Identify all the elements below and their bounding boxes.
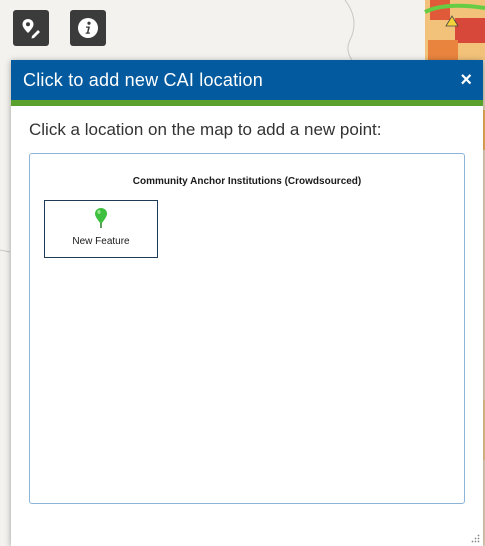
green-pin-icon (95, 208, 107, 228)
template-picker: Community Anchor Institutions (Crowdsour… (29, 153, 465, 504)
panel-header: Click to add new CAI location × (11, 60, 483, 106)
template-label: New Feature (72, 236, 130, 247)
info-button[interactable] (70, 10, 106, 46)
add-location-panel: Click to add new CAI location × Click a … (11, 60, 483, 546)
panel-title: Click to add new CAI location (23, 69, 263, 90)
new-feature-template[interactable]: New Feature (44, 200, 158, 258)
instruction-text: Click a location on the map to add a new… (29, 120, 382, 139)
layer-title: Community Anchor Institutions (Crowdsour… (132, 176, 362, 187)
pin-pencil-icon (22, 19, 40, 39)
resize-handle-icon[interactable] (470, 533, 480, 543)
close-button[interactable]: × (460, 70, 472, 90)
edit-tool-button[interactable] (13, 10, 49, 46)
info-icon (78, 18, 98, 38)
